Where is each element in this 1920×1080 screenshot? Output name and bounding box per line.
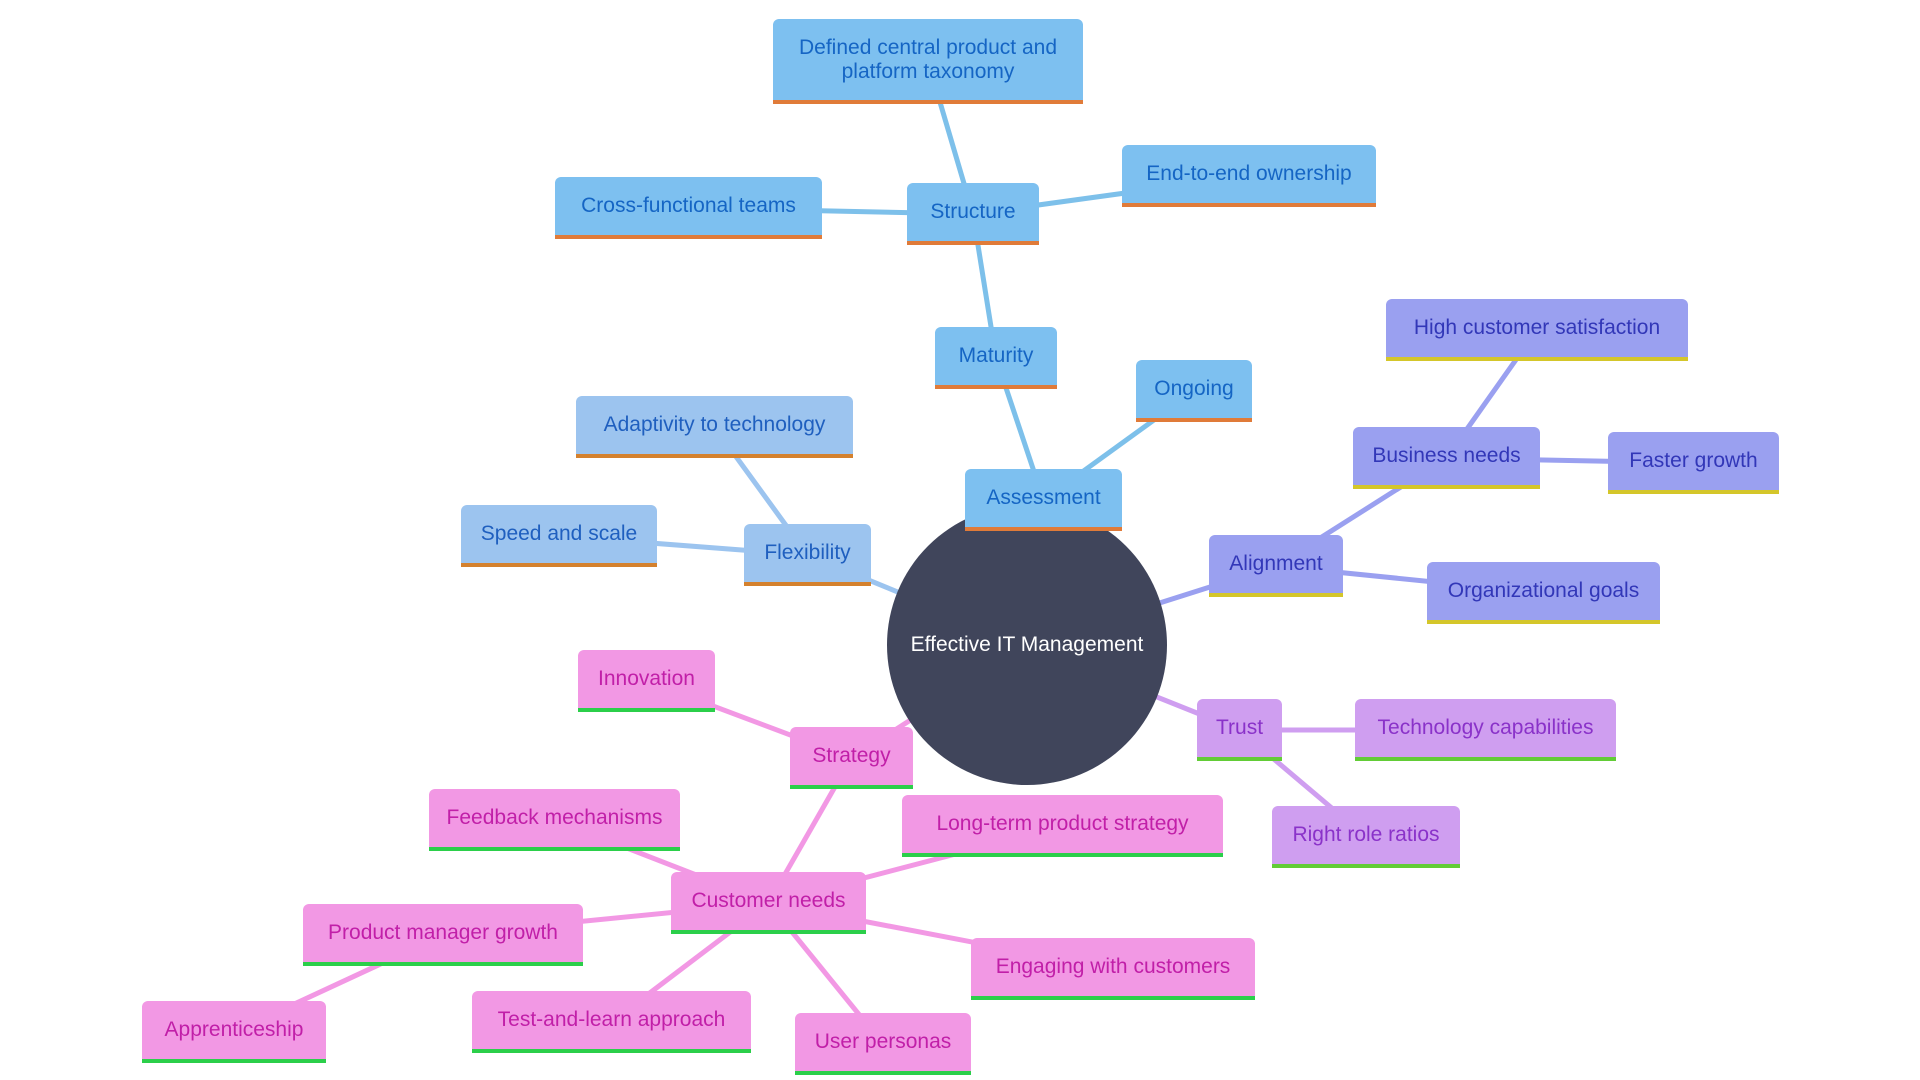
node-label: Long-term product strategy bbox=[936, 812, 1189, 835]
node-organizational-goals[interactable]: Organizational goals bbox=[1427, 562, 1660, 624]
node-adaptivity-to-technology[interactable]: Adaptivity to technology bbox=[576, 396, 853, 458]
node-label: Product manager growth bbox=[328, 921, 558, 944]
node-label: Alignment bbox=[1229, 552, 1323, 575]
node-structure[interactable]: Structure bbox=[907, 183, 1039, 245]
node-test-and-learn-approach[interactable]: Test-and-learn approach bbox=[472, 991, 751, 1053]
node-faster-growth[interactable]: Faster growth bbox=[1608, 432, 1779, 494]
node-feedback-mechanisms[interactable]: Feedback mechanisms bbox=[429, 789, 680, 851]
node-right-role-ratios[interactable]: Right role ratios bbox=[1272, 806, 1460, 868]
node-label: Organizational goals bbox=[1447, 579, 1640, 602]
node-label: Right role ratios bbox=[1292, 823, 1440, 846]
node-technology-capabilities[interactable]: Technology capabilities bbox=[1355, 699, 1616, 761]
node-label: Defined central product and platform tax… bbox=[799, 35, 1057, 83]
node-end-to-end-ownership[interactable]: End-to-end ownership bbox=[1122, 145, 1376, 207]
node-business-needs[interactable]: Business needs bbox=[1353, 427, 1540, 489]
node-label: User personas bbox=[814, 1030, 952, 1053]
node-label: Feedback mechanisms bbox=[446, 806, 663, 829]
central-topic-label: Effective IT Management bbox=[910, 633, 1144, 656]
node-label: Strategy bbox=[812, 744, 891, 767]
node-cross-functional-teams[interactable]: Cross-functional teams bbox=[555, 177, 822, 239]
node-label: Apprenticeship bbox=[164, 1018, 304, 1041]
node-product-manager-growth[interactable]: Product manager growth bbox=[303, 904, 583, 966]
node-high-customer-satisfaction[interactable]: High customer satisfaction bbox=[1386, 299, 1688, 361]
node-label: End-to-end ownership bbox=[1146, 162, 1352, 185]
node-label: Trust bbox=[1215, 716, 1264, 739]
node-label: Customer needs bbox=[691, 889, 846, 912]
node-label: Innovation bbox=[598, 667, 695, 690]
node-label: Business needs bbox=[1372, 444, 1521, 467]
node-apprenticeship[interactable]: Apprenticeship bbox=[142, 1001, 326, 1063]
node-defined-taxonomy[interactable]: Defined central product and platform tax… bbox=[773, 19, 1083, 104]
node-label: Speed and scale bbox=[480, 522, 638, 545]
node-maturity[interactable]: Maturity bbox=[935, 327, 1057, 389]
node-label: Engaging with customers bbox=[995, 955, 1231, 978]
node-alignment[interactable]: Alignment bbox=[1209, 535, 1343, 597]
node-innovation[interactable]: Innovation bbox=[578, 650, 715, 712]
node-label: Assessment bbox=[986, 486, 1101, 509]
node-assessment[interactable]: Assessment bbox=[965, 469, 1122, 531]
node-label: Maturity bbox=[958, 344, 1034, 367]
node-label: Faster growth bbox=[1629, 449, 1758, 472]
node-label: Technology capabilities bbox=[1377, 716, 1594, 739]
node-label: High customer satisfaction bbox=[1413, 316, 1661, 339]
node-label: Adaptivity to technology bbox=[603, 413, 826, 436]
node-label: Ongoing bbox=[1154, 377, 1234, 400]
node-ongoing[interactable]: Ongoing bbox=[1136, 360, 1252, 422]
node-user-personas[interactable]: User personas bbox=[795, 1013, 971, 1075]
node-speed-and-scale[interactable]: Speed and scale bbox=[461, 505, 657, 567]
node-label: Test-and-learn approach bbox=[497, 1008, 726, 1031]
node-flexibility[interactable]: Flexibility bbox=[744, 524, 871, 586]
node-strategy[interactable]: Strategy bbox=[790, 727, 913, 789]
node-label: Flexibility bbox=[764, 541, 851, 564]
node-customer-needs[interactable]: Customer needs bbox=[671, 872, 866, 934]
central-topic-node[interactable]: Effective IT Management bbox=[887, 505, 1167, 785]
node-engaging-with-customers[interactable]: Engaging with customers bbox=[971, 938, 1255, 1000]
node-trust[interactable]: Trust bbox=[1197, 699, 1282, 761]
node-label: Structure bbox=[930, 200, 1016, 223]
node-long-term-product-strategy[interactable]: Long-term product strategy bbox=[902, 795, 1223, 857]
node-label: Cross-functional teams bbox=[581, 194, 796, 217]
